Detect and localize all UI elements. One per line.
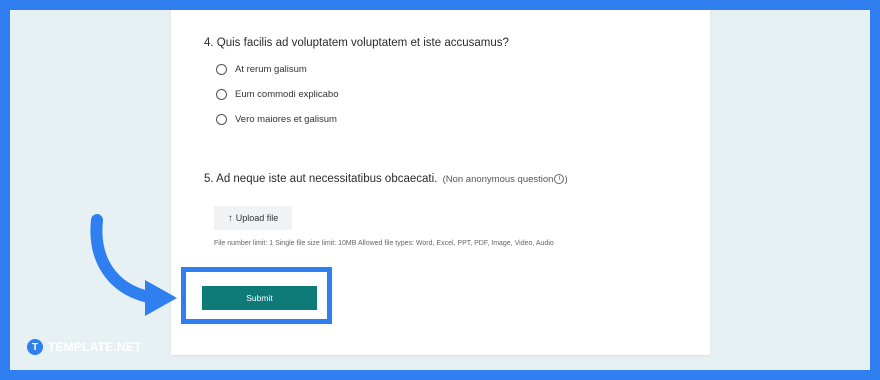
info-icon[interactable]: i [554,174,565,185]
q4-option-1[interactable]: At rerum galisum [216,64,307,75]
question-4-title: 4. Quis facilis ad voluptatem voluptatem… [204,37,509,49]
brand-logo: T TEMPLATE.NET [27,339,142,355]
q4-option-3[interactable]: Vero maiores et galisum [216,114,337,125]
note-text: (Non anonymous question [442,174,554,185]
brand-name: TEMPLATE.NET [48,340,142,354]
option-label: At rerum galisum [235,64,307,75]
radio-button[interactable] [216,114,227,125]
radio-button[interactable] [216,89,227,100]
curved-arrow-icon [90,214,177,316]
upload-limits-text: File number limit: 1 Single file size li… [214,240,554,247]
radio-button[interactable] [216,64,227,75]
upload-file-button[interactable]: ↑ Upload file [214,206,292,230]
upload-label: Upload file [235,213,279,223]
question-5-note: (Non anonymous question i) [443,174,568,185]
option-label: Vero maiores et galisum [235,114,337,125]
arrow-up-icon: ↑ [227,212,233,224]
note-close: ) [564,174,568,185]
submit-button[interactable]: Submit [202,286,317,310]
option-label: Eum commodi explicabo [235,89,339,100]
question-5-title: 5. Ad neque iste aut necessitatibus obca… [204,173,568,185]
q4-option-2[interactable]: Eum commodi explicabo [216,89,339,100]
question-5-text: 5. Ad neque iste aut necessitatibus obca… [204,173,438,185]
template-logo-icon: T [27,339,43,355]
